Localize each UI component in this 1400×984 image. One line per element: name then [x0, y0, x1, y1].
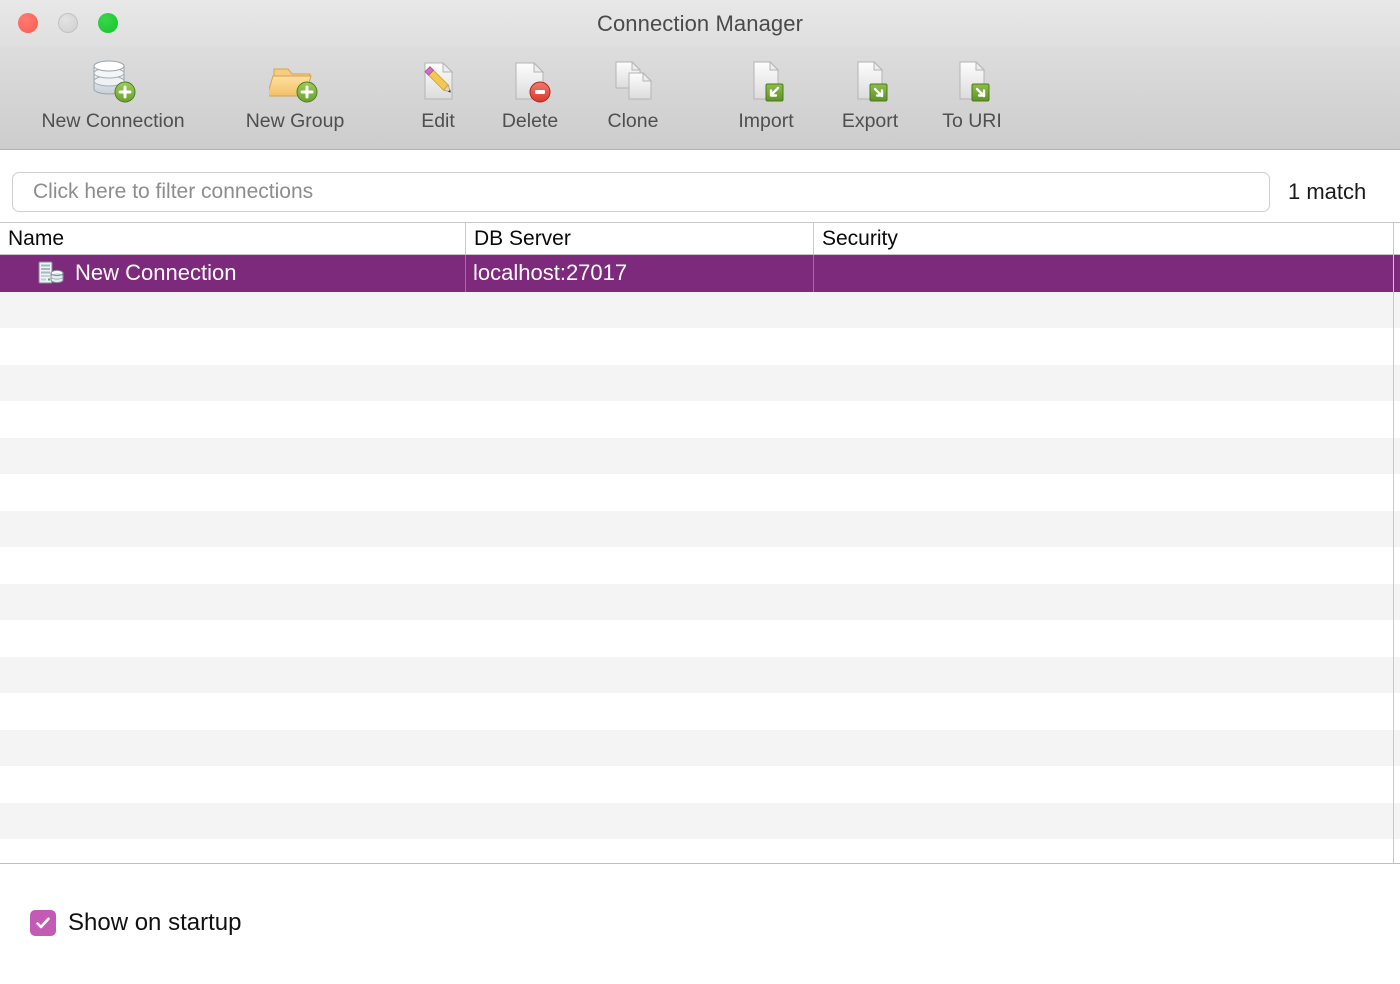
- toolbar-label: Delete: [501, 110, 559, 132]
- table-right-edge: [1393, 223, 1394, 863]
- toolbar-export-button[interactable]: Export: [824, 54, 916, 144]
- table-row-empty: [0, 364, 1400, 401]
- toolbar-clone-button[interactable]: Clone: [589, 54, 677, 144]
- table-row-empty: [0, 729, 1400, 766]
- cell-security: [813, 255, 1393, 292]
- table-row-empty: [0, 328, 1400, 365]
- cell-name: New Connection: [0, 255, 465, 292]
- table-row-empty: [0, 583, 1400, 620]
- table-row-empty: [0, 437, 1400, 474]
- window-title: Connection Manager: [596, 11, 804, 36]
- server-database-icon: [38, 261, 64, 284]
- table-row[interactable]: New Connection localhost:27017: [0, 255, 1400, 292]
- toolbar-new-connection-button[interactable]: New Connection: [28, 54, 198, 144]
- table-row-empty: [0, 839, 1400, 863]
- table-row-empty: [0, 547, 1400, 584]
- table-header-row: Name DB Server Security: [0, 223, 1400, 255]
- table-row-empty: [0, 620, 1400, 657]
- document-copy-icon: [589, 54, 677, 106]
- table-row-empty: [0, 401, 1400, 438]
- table-row-empty: [0, 802, 1400, 839]
- title-bar: Connection Manager: [0, 0, 1400, 46]
- show-on-startup-label: Show on startup: [68, 909, 242, 936]
- folder-add-icon: [234, 54, 356, 106]
- toolbar-label: Export: [841, 110, 899, 132]
- table-body: New Connection localhost:27017: [0, 255, 1400, 863]
- show-on-startup-checkbox[interactable]: Show on startup: [30, 909, 241, 937]
- document-import-icon: [718, 54, 814, 106]
- cell-db-server: localhost:27017: [473, 260, 628, 285]
- toolbar-label: New Group: [245, 110, 345, 132]
- toolbar-edit-button[interactable]: Edit: [398, 54, 478, 144]
- match-count-label: 1 match: [1288, 179, 1367, 204]
- toolbar-label: To URI: [942, 110, 1002, 132]
- table-row-empty: [0, 693, 1400, 730]
- database-add-icon: [28, 54, 198, 106]
- document-export-icon: [824, 54, 916, 106]
- connections-table: Name DB Server Security New Connection l…: [0, 222, 1400, 864]
- table-row-empty: [0, 474, 1400, 511]
- footer-bar: Show on startup Close Connect: [0, 864, 1400, 984]
- document-pencil-icon: [398, 54, 478, 106]
- checkbox-checked-icon: [30, 910, 56, 936]
- table-row-empty: [0, 766, 1400, 803]
- connection-manager-window: Connection Manager New Connection New Gr…: [0, 0, 1400, 984]
- table-row-empty: [0, 291, 1400, 328]
- toolbar-label: Clone: [607, 110, 659, 132]
- toolbar-new-group-button[interactable]: New Group: [234, 54, 356, 144]
- toolbar-label: New Connection: [41, 110, 185, 132]
- toolbar-label: Import: [738, 110, 794, 132]
- toolbar-delete-button[interactable]: Delete: [483, 54, 577, 144]
- toolbar-to-uri-button[interactable]: To URI: [928, 54, 1016, 144]
- toolbar-import-button[interactable]: Import: [718, 54, 814, 144]
- table-row-empty: [0, 656, 1400, 693]
- document-uri-icon: [928, 54, 1016, 106]
- document-delete-icon: [483, 54, 577, 106]
- filter-bar: 1 match: [0, 150, 1400, 220]
- table-row-empty: [0, 510, 1400, 547]
- cell-name-text: New Connection: [75, 260, 237, 285]
- column-header-security[interactable]: Security: [813, 223, 1393, 254]
- column-header-name[interactable]: Name: [0, 223, 465, 254]
- toolbar: New Connection New Group Edit Delete Clo…: [0, 46, 1400, 150]
- toolbar-label: Edit: [421, 110, 455, 132]
- filter-connections-input[interactable]: [12, 172, 1270, 212]
- column-header-db-server[interactable]: DB Server: [465, 223, 813, 254]
